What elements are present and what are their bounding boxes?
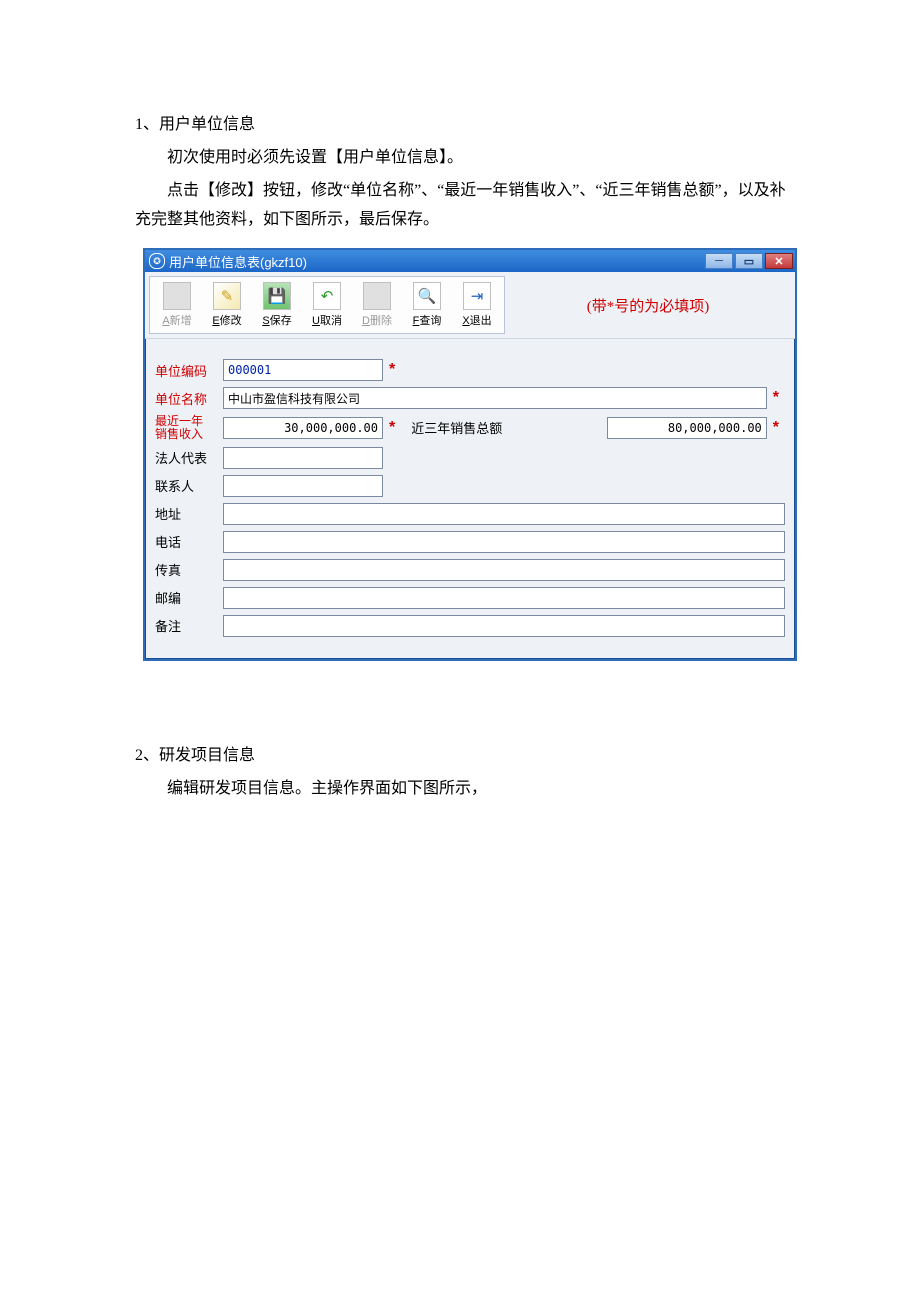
label-addr: 地址 — [155, 504, 223, 523]
save-label: S保存 — [262, 312, 291, 328]
minimize-button[interactable]: ─ — [705, 253, 733, 269]
label-zip: 邮编 — [155, 588, 223, 607]
input-rev1[interactable] — [223, 417, 383, 439]
save-icon: 💾 — [263, 282, 291, 310]
section-2-para-1: 编辑研发项目信息。主操作界面如下图所示， — [135, 775, 790, 804]
undo-icon: ↶ — [313, 282, 341, 310]
find-label: F查询 — [413, 312, 442, 328]
edit-icon: ✎ — [213, 282, 241, 310]
label-note: 备注 — [155, 616, 223, 635]
input-name[interactable] — [223, 387, 767, 409]
add-button[interactable]: A新增 — [152, 279, 202, 331]
form: 单位编码 * 单位名称 * 最近一年 销售收入 * 近三年销售总额 * 法人代表 — [145, 339, 795, 658]
edit-button[interactable]: ✎ E修改 — [202, 279, 252, 331]
star-icon-2: * — [773, 389, 779, 407]
exit-label: X退出 — [462, 312, 491, 328]
label-rev1: 最近一年 销售收入 — [155, 415, 223, 440]
titlebar[interactable]: ✪ 用户单位信息表(gkzf10) ─ ▭ ✕ — [145, 250, 795, 272]
add-icon — [163, 282, 191, 310]
input-fax[interactable] — [223, 559, 785, 581]
label-code: 单位编码 — [155, 361, 223, 380]
close-button[interactable]: ✕ — [765, 253, 793, 269]
input-note[interactable] — [223, 615, 785, 637]
input-rev3[interactable] — [607, 417, 767, 439]
app-icon: ✪ — [149, 253, 165, 269]
required-hint: (带*号的为必填项) — [505, 276, 791, 334]
delete-label: D删除 — [362, 312, 392, 328]
add-label: A新增 — [162, 312, 191, 328]
label-name: 单位名称 — [155, 389, 223, 408]
section-2-title: 2、研发项目信息 — [135, 741, 790, 765]
edit-label: E修改 — [212, 312, 241, 328]
label-legal: 法人代表 — [155, 448, 223, 467]
app-window: ✪ 用户单位信息表(gkzf10) ─ ▭ ✕ A新增 ✎ E修改 💾 — [143, 248, 797, 660]
label-contact: 联系人 — [155, 476, 223, 495]
exit-button[interactable]: ⇥ X退出 — [452, 279, 502, 331]
star-icon-3: * — [389, 419, 395, 437]
label-fax: 传真 — [155, 560, 223, 579]
label-rev3: 近三年销售总额 — [401, 418, 508, 437]
maximize-button[interactable]: ▭ — [735, 253, 763, 269]
star-icon-4: * — [773, 419, 779, 437]
section-1-para-1: 初次使用时必须先设置【用户单位信息】。 — [135, 144, 790, 173]
input-addr[interactable] — [223, 503, 785, 525]
input-tel[interactable] — [223, 531, 785, 553]
input-legal[interactable] — [223, 447, 383, 469]
delete-icon — [363, 282, 391, 310]
window-title: 用户单位信息表(gkzf10) — [169, 252, 705, 271]
star-icon: * — [389, 361, 395, 379]
input-contact[interactable] — [223, 475, 383, 497]
input-zip[interactable] — [223, 587, 785, 609]
toolbar: A新增 ✎ E修改 💾 S保存 ↶ U取消 D删除 — [145, 272, 795, 339]
delete-button[interactable]: D删除 — [352, 279, 402, 331]
find-icon: 🔍 — [413, 282, 441, 310]
section-1-para-2: 点击【修改】按钮，修改“单位名称”、“最近一年销售收入”、“近三年销售总额”，以… — [135, 177, 790, 235]
input-code[interactable] — [223, 359, 383, 381]
section-1-title: 1、用户单位信息 — [135, 110, 790, 134]
undo-button[interactable]: ↶ U取消 — [302, 279, 352, 331]
label-tel: 电话 — [155, 532, 223, 551]
exit-icon: ⇥ — [463, 282, 491, 310]
find-button[interactable]: 🔍 F查询 — [402, 279, 452, 331]
save-button[interactable]: 💾 S保存 — [252, 279, 302, 331]
undo-label: U取消 — [312, 312, 342, 328]
